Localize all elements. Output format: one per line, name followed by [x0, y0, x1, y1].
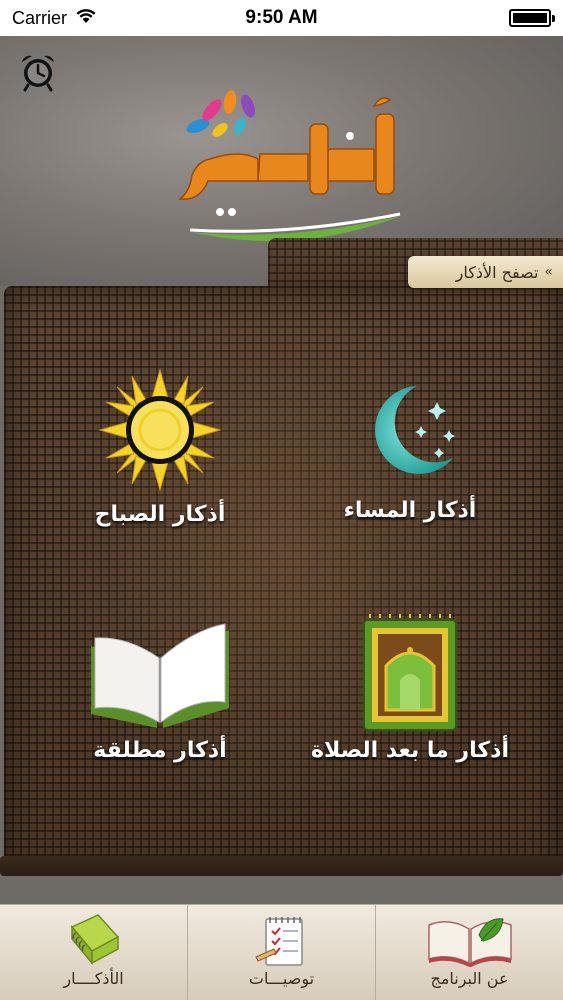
tab-recommendations[interactable]: توصيـــات — [187, 905, 375, 1000]
folder-bottom-edge — [0, 856, 563, 876]
status-bar: Carrier 9:50 AM — [0, 0, 563, 36]
tile-morning-azkar[interactable]: أذكار الصباح — [40, 360, 280, 560]
book-leaf-icon — [425, 911, 515, 971]
notebook-icon — [64, 911, 124, 971]
prayer-rug-icon — [360, 614, 460, 738]
tab-azkar[interactable]: الأذكــــار — [0, 905, 187, 1000]
tab-recommendations-label: توصيـــات — [248, 969, 315, 988]
tab-about[interactable]: عن البرنامج — [375, 905, 563, 1000]
browse-azkar-label: تصفح الأذكار « — [408, 256, 563, 288]
double-chevron-left-icon: « — [544, 264, 553, 280]
alarm-clock-icon[interactable] — [16, 52, 60, 92]
carrier-label: Carrier — [12, 7, 68, 28]
wifi-icon — [75, 8, 97, 29]
tab-bar: الأذكــــار توصيـــات عن البرنامج — [0, 904, 563, 1000]
tile-general-azkar[interactable]: أذكار مطلقة — [40, 610, 280, 810]
tile-morning-label: أذكار الصباح — [94, 502, 226, 527]
status-left: Carrier — [12, 8, 97, 29]
notepad-checklist-icon — [252, 911, 312, 973]
app-logo — [150, 64, 420, 254]
browse-label-text: تصفح الأذكار — [455, 262, 539, 282]
tab-azkar-label: الأذكــــار — [63, 969, 124, 988]
battery-icon — [509, 9, 555, 27]
tile-evening-azkar[interactable]: أذكار المساء — [290, 360, 530, 560]
tile-evening-label: أذكار المساء — [343, 498, 477, 523]
sun-icon — [98, 368, 222, 496]
tab-about-label: عن البرنامج — [430, 969, 509, 988]
tile-after-prayer-label: أذكار ما بعد الصلاة — [311, 738, 509, 763]
crescent-moon-icon — [355, 378, 465, 482]
battery-fill — [513, 13, 547, 23]
open-book-icon — [85, 620, 235, 734]
tile-after-prayer-azkar[interactable]: أذكار ما بعد الصلاة — [290, 610, 530, 810]
tile-general-label: أذكار مطلقة — [93, 738, 227, 763]
